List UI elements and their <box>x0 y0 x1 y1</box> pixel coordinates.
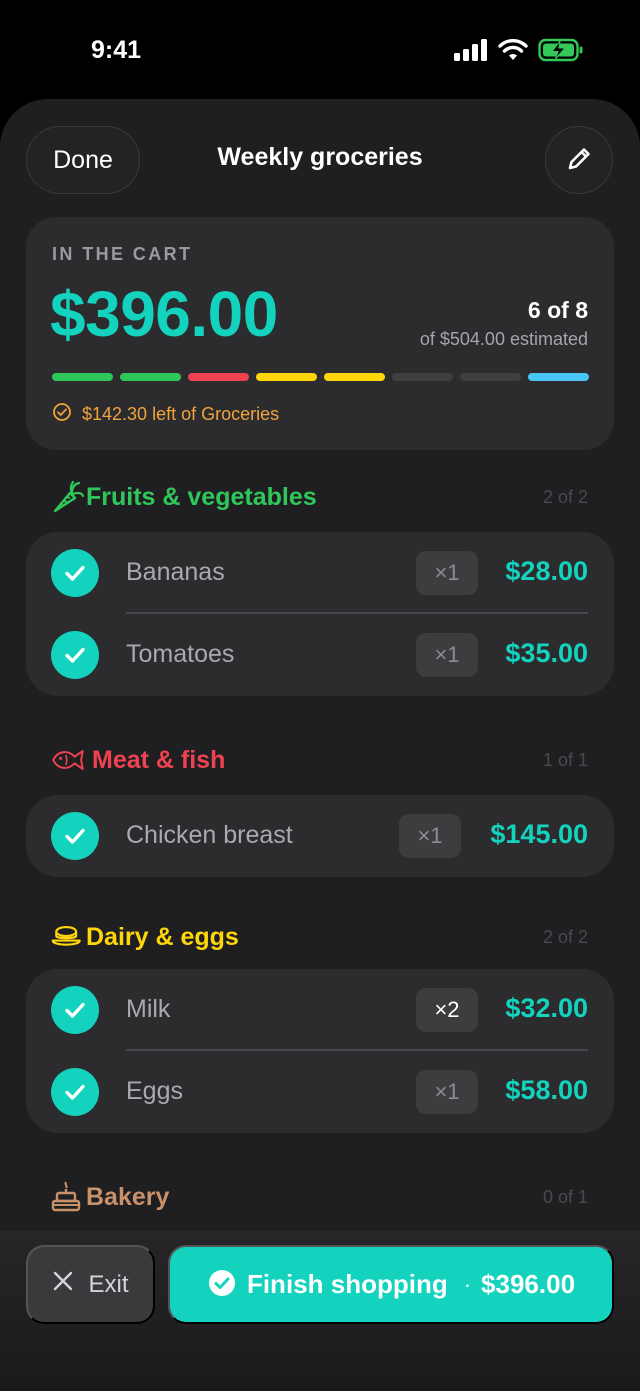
category-title: Bakery <box>86 1182 170 1211</box>
quantity-badge[interactable]: ×1 <box>416 551 478 595</box>
category-group-fruits: Bananas ×1 $28.00 Tomatoes ×1 $35.00 <box>26 532 614 696</box>
edit-button[interactable] <box>545 126 613 194</box>
cart-progress-bar <box>52 373 589 381</box>
category-group-dairy: Milk ×2 $32.00 Eggs ×1 $58.00 <box>26 969 614 1133</box>
category-title: Dairy & eggs <box>86 922 239 951</box>
cart-kicker: IN THE CART <box>52 244 193 264</box>
item-price: $28.00 <box>505 556 588 586</box>
cart-estimated: of $504.00 estimated <box>419 329 588 349</box>
quantity-badge[interactable]: ×1 <box>416 633 478 677</box>
progress-segment <box>256 373 317 381</box>
list-item[interactable]: Tomatoes ×1 $35.00 <box>26 614 614 696</box>
item-name: Milk <box>126 995 171 1023</box>
check-icon[interactable] <box>51 812 99 860</box>
category-count: 2 of 2 <box>542 486 588 507</box>
progress-segment <box>324 373 385 381</box>
progress-segment <box>52 373 113 381</box>
item-name: Tomatoes <box>126 640 235 668</box>
category-title: Fruits & vegetables <box>86 482 317 511</box>
battery-charging-icon <box>538 38 584 67</box>
check-circle-icon <box>52 402 72 427</box>
finish-total: $396.00 <box>481 1269 576 1299</box>
check-icon[interactable] <box>51 986 99 1034</box>
done-button[interactable]: Done <box>26 126 140 194</box>
list-item[interactable]: Bananas ×1 $28.00 <box>26 532 614 614</box>
pencil-icon <box>564 144 594 177</box>
item-name: Eggs <box>126 1077 183 1105</box>
category-header-bakery[interactable]: Bakery 0 of 1 <box>26 1175 614 1219</box>
category-header-meat[interactable]: Meat & fish 1 of 1 <box>26 738 614 782</box>
exit-label: Exit <box>88 1270 129 1298</box>
category-header-dairy[interactable]: Dairy & eggs 2 of 2 <box>26 915 614 959</box>
category-count: 2 of 2 <box>542 926 588 947</box>
category-header-fruits[interactable]: Fruits & vegetables 2 of 2 <box>26 475 614 519</box>
bottom-action-bar: Exit Finish shopping · $396.00 <box>0 1231 640 1391</box>
list-item[interactable]: Chicken breast ×1 $145.00 <box>26 795 614 877</box>
item-price: $35.00 <box>505 638 588 668</box>
progress-segment <box>120 373 181 381</box>
progress-segment <box>460 373 521 381</box>
budget-remaining: $142.30 left of Groceries <box>52 402 279 427</box>
cart-total: $396.00 <box>50 278 278 350</box>
list-item[interactable]: Eggs ×1 $58.00 <box>26 1051 614 1133</box>
progress-segment <box>528 373 589 381</box>
item-price: $32.00 <box>505 993 588 1023</box>
quantity-badge[interactable]: ×2 <box>416 988 478 1032</box>
status-bar: 9:41 <box>0 0 640 100</box>
check-icon[interactable] <box>51 631 99 679</box>
quantity-badge[interactable]: ×1 <box>399 814 461 858</box>
category-title: Meat & fish <box>92 745 226 774</box>
finish-label: Finish shopping <box>246 1269 448 1299</box>
page-title: Weekly groceries <box>217 143 423 171</box>
wifi-icon <box>498 39 528 66</box>
item-price: $145.00 <box>490 819 588 849</box>
progress-segment <box>188 373 249 381</box>
finish-separator: · <box>463 1271 472 1297</box>
quantity-badge[interactable]: ×1 <box>416 1070 478 1114</box>
check-icon[interactable] <box>51 549 99 597</box>
dairy-bowl-icon <box>26 915 86 959</box>
check-circle-icon <box>207 1268 237 1301</box>
category-group-meat: Chicken breast ×1 $145.00 <box>26 795 614 877</box>
list-item[interactable]: Milk ×2 $32.00 <box>26 969 614 1051</box>
category-count: 1 of 1 <box>542 749 588 770</box>
cellular-signal-icon <box>454 39 488 66</box>
status-icons <box>454 38 584 67</box>
finish-shopping-button[interactable]: Finish shopping · $396.00 <box>168 1245 614 1324</box>
fish-icon <box>26 738 86 782</box>
close-icon <box>52 1270 74 1299</box>
item-name: Bananas <box>126 558 225 586</box>
status-time: 9:41 <box>90 36 142 64</box>
cake-icon <box>26 1175 86 1219</box>
cart-summary-card: IN THE CART $396.00 6 of 8 of $504.00 es… <box>26 217 614 450</box>
check-icon[interactable] <box>51 1068 99 1116</box>
shopping-sheet: Done Weekly groceries IN THE CART $396.0… <box>0 99 640 1391</box>
progress-segment <box>392 373 453 381</box>
category-count: 0 of 1 <box>542 1186 588 1207</box>
carrot-icon <box>26 475 86 519</box>
item-price: $58.00 <box>505 1075 588 1105</box>
exit-button[interactable]: Exit <box>26 1245 155 1324</box>
item-name: Chicken breast <box>126 821 293 849</box>
budget-remaining-text: $142.30 left of Groceries <box>82 404 280 424</box>
cart-item-count: 6 of 8 <box>527 297 588 323</box>
